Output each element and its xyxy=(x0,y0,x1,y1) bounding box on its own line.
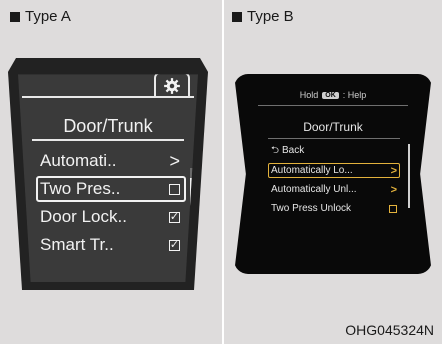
menu-item-automatically-unlock[interactable]: Automatically Unl... > xyxy=(268,182,400,197)
figure-code: OHG045324N xyxy=(345,322,434,338)
title-divider xyxy=(32,139,184,141)
settings-tab[interactable] xyxy=(154,74,190,98)
help-hint: Hold OK : Help xyxy=(299,90,367,100)
checkbox-checked[interactable]: ✓ xyxy=(169,239,180,251)
header-divider xyxy=(258,105,408,106)
bullet-square-icon xyxy=(10,11,20,22)
type-a-panel: Type A Door/Trunk Automati.. > Two Pres.… xyxy=(0,0,222,344)
checkbox-unchecked[interactable] xyxy=(389,204,397,213)
checkbox-unchecked[interactable] xyxy=(169,183,180,195)
menu-item-two-press-unlock[interactable]: Two Press Unlock xyxy=(268,201,400,216)
type-a-cluster-display: Door/Trunk Automati.. > Two Pres.. Door … xyxy=(8,58,208,290)
chevron-right-icon: > xyxy=(390,183,397,196)
title-divider xyxy=(268,138,400,139)
chevron-right-icon: > xyxy=(169,150,180,171)
type-b-cluster-display: Hold OK : Help Door/Trunk ⮌ Back Automati… xyxy=(234,74,432,274)
type-b-label: Type B xyxy=(232,8,294,25)
type-a-screen: Door/Trunk Automati.. > Two Pres.. Door … xyxy=(18,74,198,282)
menu-item-two-press[interactable]: Two Pres.. xyxy=(36,176,186,202)
scrollbar-thumb[interactable] xyxy=(190,178,193,242)
type-a-label: Type A xyxy=(10,8,71,25)
menu-item-back[interactable]: ⮌ Back xyxy=(268,144,400,159)
menu-item-smart-trunk[interactable]: Smart Tr.. ✓ xyxy=(36,232,186,258)
type-b-panel: Type B Hold OK : Help Door/Trunk ⮌ Back A… xyxy=(224,0,442,344)
scrollbar-thumb[interactable] xyxy=(408,144,410,208)
menu-item-automatic[interactable]: Automati.. > xyxy=(36,148,186,174)
gear-icon xyxy=(164,78,180,94)
tab-underline xyxy=(22,96,194,98)
ok-key-badge: OK xyxy=(322,91,339,99)
menu-item-automatically-lock[interactable]: Automatically Lo... > xyxy=(268,163,400,178)
checkbox-checked[interactable]: ✓ xyxy=(169,211,180,223)
back-arrow-icon: ⮌ xyxy=(271,145,280,156)
menu-title: Door/Trunk xyxy=(303,120,363,134)
menu-title: Door/Trunk xyxy=(63,116,153,136)
bullet-square-icon xyxy=(232,11,242,22)
chevron-right-icon: > xyxy=(390,164,397,177)
menu-item-door-lock[interactable]: Door Lock.. ✓ xyxy=(36,204,186,230)
